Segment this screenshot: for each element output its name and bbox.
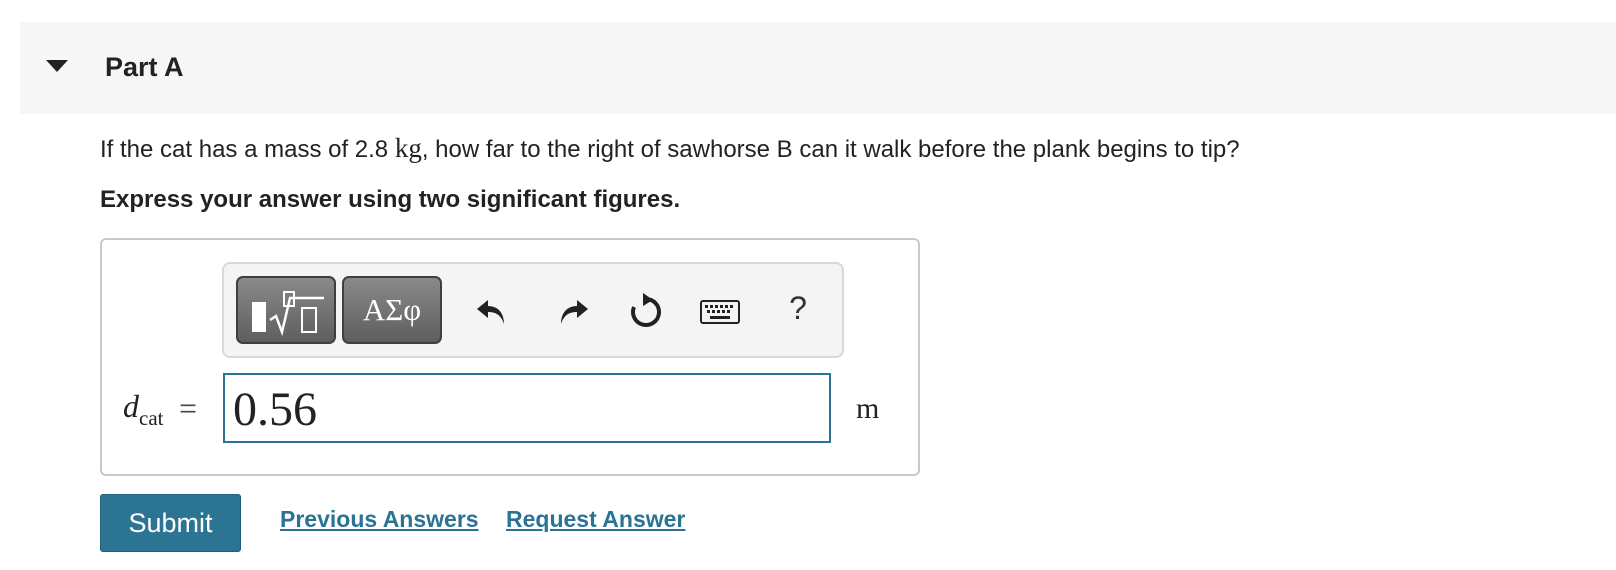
templates-icon: [269, 291, 324, 337]
question-unit: kg: [394, 133, 422, 163]
part-title: Part A: [105, 52, 184, 82]
equals-sign: =: [179, 390, 198, 426]
undo-icon[interactable]: [470, 290, 514, 334]
symbols-button[interactable]: ΑΣφ: [342, 276, 442, 344]
answer-input[interactable]: 0.56: [223, 373, 831, 443]
question-text-before: If the cat has a mass of 2.8: [100, 136, 395, 163]
keyboard-icon[interactable]: [696, 290, 744, 334]
variable-symbol: d: [123, 388, 139, 424]
variable-label: dcat: [123, 388, 163, 430]
previous-answers-link[interactable]: Previous Answers: [280, 506, 479, 533]
instruction-text: Express your answer using two significan…: [100, 186, 681, 213]
templates-button[interactable]: [236, 276, 336, 344]
question-text: If the cat has a mass of 2.8 kg, how far…: [100, 133, 1240, 164]
variable-subscript: cat: [139, 406, 164, 430]
math-toolbar: ΑΣφ ?: [222, 262, 844, 358]
help-button[interactable]: ?: [776, 286, 820, 330]
answer-unit: m: [856, 392, 880, 425]
caret-down-icon[interactable]: [46, 60, 68, 72]
part-header[interactable]: [20, 22, 1616, 114]
submit-button[interactable]: Submit: [100, 494, 241, 552]
request-answer-link[interactable]: Request Answer: [506, 506, 685, 533]
question-text-after: , how far to the right of sawhorse B can…: [421, 136, 1240, 163]
templates-box-glyph: [252, 302, 266, 332]
redo-icon[interactable]: [551, 290, 595, 334]
reset-icon[interactable]: [624, 290, 668, 334]
